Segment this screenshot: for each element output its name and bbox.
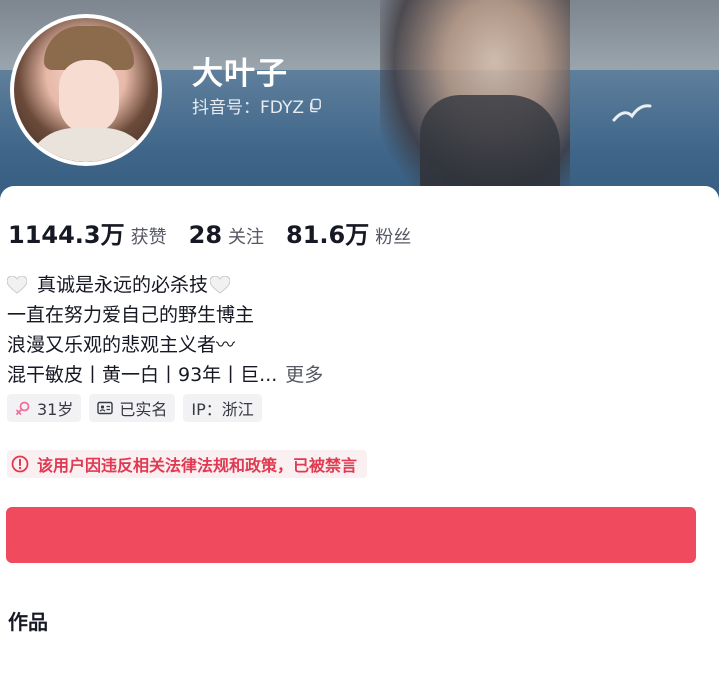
ip-text: IP：浙江 [191, 400, 254, 419]
seagull-icon [612, 104, 652, 122]
alert-circle-icon [11, 455, 29, 473]
bio[interactable]: 真诚是永远的必杀技 一直在努力爱自己的野生博主 浪漫又乐观的悲观主义者〰 混干敏… [7, 270, 323, 390]
age-tag: 31岁 [7, 394, 82, 422]
bio-text-1: 真诚是永远的必杀技 [37, 274, 209, 296]
ip-tag: IP：浙江 [183, 394, 262, 422]
follow-button[interactable] [6, 507, 696, 563]
stat-likes[interactable]: 1144.3万 获赞 [8, 215, 167, 250]
stat-value: 28 [188, 221, 223, 249]
avatar-face [59, 60, 119, 134]
stats-row: 1144.3万 获赞 28 关注 81.6万 粉丝 [8, 215, 433, 250]
bio-more-link[interactable]: 更多 [285, 360, 323, 390]
avatar[interactable] [10, 14, 162, 166]
handle-text: 抖音号：FDYZ [192, 98, 304, 118]
profile-handle: 抖音号：FDYZ [192, 93, 323, 118]
heart-icon [7, 276, 27, 294]
verified-tag: 已实名 [89, 394, 176, 422]
age-text: 31岁 [37, 400, 74, 419]
stat-followers[interactable]: 81.6万 粉丝 [286, 215, 411, 250]
female-icon [16, 401, 30, 415]
stat-label: 获赞 [130, 227, 167, 248]
warning-text: 该用户因违反相关法律法规和政策，已被禁言 [37, 456, 358, 475]
bio-line-3: 浪漫又乐观的悲观主义者〰 [7, 334, 236, 356]
verified-text: 已实名 [119, 400, 168, 419]
stat-label: 粉丝 [375, 227, 412, 248]
profile-card [0, 186, 719, 681]
stat-following[interactable]: 28 关注 [189, 221, 264, 249]
copy-icon[interactable] [308, 98, 323, 113]
profile-name: 大叶子 [192, 56, 288, 92]
bio-line-1: 真诚是永远的必杀技 [7, 270, 323, 300]
id-card-icon [97, 401, 114, 415]
bio-line-4: 混干敏皮丨黄一白丨93年丨巨... 更多 [7, 360, 323, 390]
bio-text-4: 混干敏皮丨黄一白丨93年丨巨... [7, 364, 278, 386]
avatar-coat [24, 128, 154, 162]
ban-warning: 该用户因违反相关法律法规和政策，已被禁言 [7, 450, 368, 478]
stat-label: 关注 [228, 227, 265, 248]
stat-value: 81.6万 [286, 221, 370, 249]
profile-tags: 31岁 已实名 IP：浙江 [7, 394, 262, 422]
heart-icon [210, 276, 231, 294]
bio-line-2: 一直在努力爱自己的野生博主 [7, 304, 255, 326]
stat-value: 1144.3万 [8, 221, 125, 249]
works-tab[interactable]: 作品 [8, 606, 48, 635]
